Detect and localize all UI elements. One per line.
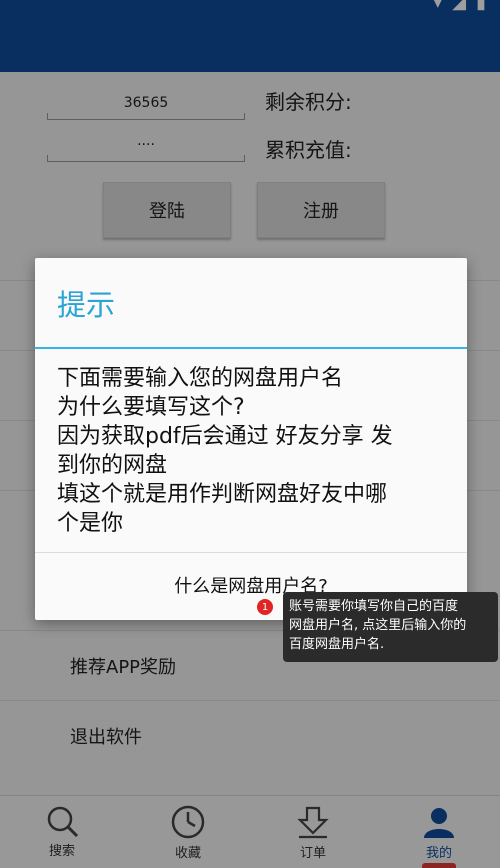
tooltip-badge: 1	[257, 599, 273, 615]
dialog-message-line: 填这个就是用作判断网盘好友中哪	[57, 482, 388, 507]
dialog-footer-divider	[35, 552, 467, 553]
dialog-message: 下面需要输入您的网盘用户名 为什么要填写这个? 因为获取pdf后会通过 好友分享…	[57, 364, 449, 538]
tooltip-line: 百度网盘用户名.	[289, 637, 385, 652]
tooltip-line: 账号需要你填写你自己的百度	[289, 599, 459, 614]
hint-dialog: 提示 下面需要输入您的网盘用户名 为什么要填写这个? 因为获取pdf后会通过 好…	[35, 258, 467, 620]
dialog-message-line: 个是你	[57, 511, 124, 536]
dialog-message-line: 为什么要填写这个?	[57, 395, 245, 420]
dialog-title-divider	[35, 347, 467, 349]
dialog-message-line: 因为获取pdf后会通过 好友分享 发	[57, 424, 393, 449]
dialog-message-line: 到你的网盘	[57, 453, 168, 478]
tooltip-line: 网盘用户名, 点这里后输入你的	[289, 618, 467, 633]
help-tooltip[interactable]: 账号需要你填写你自己的百度 网盘用户名, 点这里后输入你的 百度网盘用户名.	[283, 592, 498, 662]
dialog-title: 提示	[57, 288, 116, 322]
dialog-message-line: 下面需要输入您的网盘用户名	[57, 366, 344, 391]
